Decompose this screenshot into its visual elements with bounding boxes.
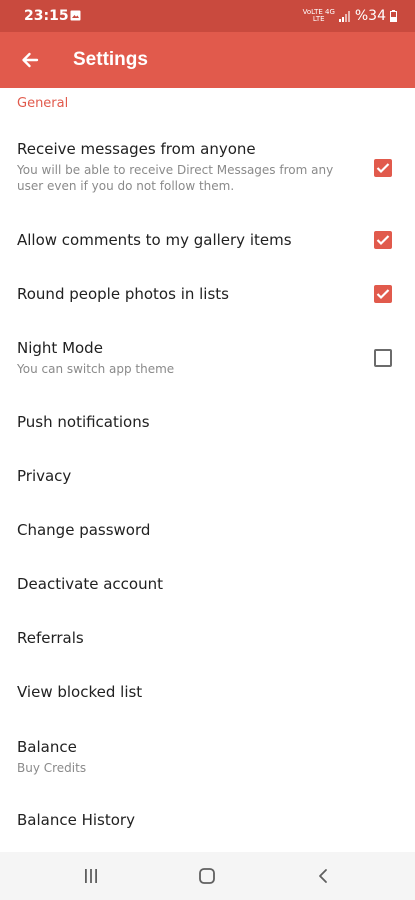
setting-title: Night Mode	[17, 339, 103, 357]
setting-change-password[interactable]: Change password	[0, 512, 415, 550]
setting-view-blocked-list[interactable]: View blocked list	[0, 674, 415, 712]
setting-title: Round people photos in lists	[17, 285, 229, 303]
setting-privacy[interactable]: Privacy	[0, 458, 415, 496]
check-icon	[376, 289, 390, 300]
gallery-notification-icon	[70, 10, 81, 21]
setting-subtitle: You will be able to receive Direct Messa…	[17, 163, 334, 193]
setting-allow-comments[interactable]: Allow comments to my gallery items	[0, 216, 415, 264]
signal-icon	[338, 10, 350, 22]
battery-icon	[390, 10, 397, 22]
arrow-left-icon	[22, 52, 39, 68]
battery-percent: %34	[354, 8, 386, 24]
setting-balance-history[interactable]: Balance History	[0, 802, 415, 840]
setting-referrals[interactable]: Referrals	[0, 620, 415, 658]
allow-comments-checkbox[interactable]	[374, 231, 392, 249]
setting-title: Push notifications	[17, 413, 150, 431]
setting-subtitle: Buy Credits	[17, 761, 87, 775]
setting-deactivate-account[interactable]: Deactivate account	[0, 566, 415, 604]
setting-night-mode[interactable]: Night Mode You can switch app theme	[0, 332, 415, 392]
recent-apps-icon	[85, 869, 97, 883]
system-nav-bar	[0, 852, 415, 900]
setting-title: Deactivate account	[17, 575, 163, 593]
home-icon	[199, 868, 215, 884]
receive-messages-checkbox[interactable]	[374, 159, 392, 177]
status-indicators: VoLTE 4G LTE %34	[303, 8, 397, 24]
network-type-bottom: LTE	[312, 15, 325, 23]
night-mode-checkbox[interactable]	[374, 349, 392, 367]
setting-title: Receive messages from anyone	[17, 140, 256, 158]
back-icon	[319, 869, 327, 883]
check-icon	[376, 163, 390, 174]
setting-round-photos[interactable]: Round people photos in lists	[0, 270, 415, 318]
setting-subtitle: You can switch app theme	[17, 362, 175, 376]
setting-balance[interactable]: Balance Buy Credits	[0, 732, 415, 788]
setting-title: Privacy	[17, 467, 72, 485]
section-header-general: General	[17, 96, 69, 111]
status-time: 23:15	[24, 8, 69, 24]
page-title: Settings	[73, 49, 148, 70]
setting-title: Balance History	[17, 811, 135, 829]
round-photos-checkbox[interactable]	[374, 285, 392, 303]
setting-title: Referrals	[17, 629, 84, 647]
recent-apps-button[interactable]	[71, 860, 111, 892]
nav-back-button[interactable]	[303, 860, 343, 892]
back-button[interactable]	[14, 44, 46, 76]
setting-title: View blocked list	[17, 683, 143, 701]
setting-push-notifications[interactable]: Push notifications	[0, 404, 415, 442]
app-bar: Settings	[0, 32, 415, 88]
setting-title: Change password	[17, 521, 151, 539]
network-indicator: VoLTE 4G LTE	[303, 9, 335, 23]
setting-title: Balance	[17, 738, 77, 756]
check-icon	[376, 235, 390, 246]
status-bar: 23:15 VoLTE 4G LTE %34	[0, 0, 415, 32]
setting-receive-messages[interactable]: Receive messages from anyone You will be…	[0, 134, 415, 206]
setting-title: Allow comments to my gallery items	[17, 231, 292, 249]
home-button[interactable]	[187, 860, 227, 892]
